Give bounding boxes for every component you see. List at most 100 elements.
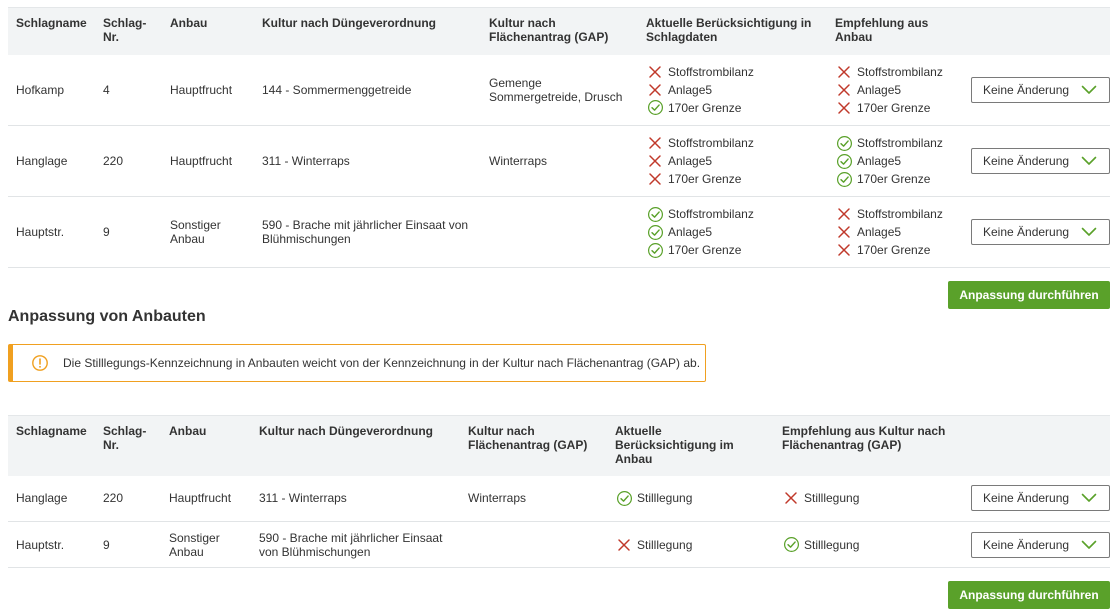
status-label: Stilllegung: [637, 491, 693, 506]
x-icon: [646, 152, 664, 170]
col-header-aktuell: Aktuelle Berücksichtigung im Anbau: [607, 415, 774, 476]
status-item: Anlage5: [835, 223, 953, 241]
status-label: Anlage5: [668, 82, 713, 97]
status-item: Stoffstrombilanz: [646, 134, 827, 152]
cell-duev: 590 - Brache mit jährlicher Einsaat von …: [254, 196, 481, 268]
cell-gap: [460, 521, 607, 568]
status-item: 170er Grenze: [646, 241, 827, 259]
change-select[interactable]: Keine Änderung: [971, 485, 1110, 512]
change-select[interactable]: Keine Änderung: [971, 531, 1110, 558]
col-header-schlag-nr: Schlag- Nr.: [95, 415, 161, 476]
check-circle-icon: [646, 99, 664, 117]
cell-empfehlung: Stoffstrombilanz Anlage5 170er Grenze: [827, 54, 953, 126]
cell-aktuell: Stilllegung: [607, 521, 774, 568]
change-select-value: Keine Änderung: [983, 154, 1070, 168]
x-icon: [646, 81, 664, 99]
warning-text: Die Stilllegungs-Kennzeichnung in Anbaut…: [63, 356, 701, 370]
status-label: Anlage5: [857, 82, 902, 97]
cell-duev: 311 - Winterraps: [254, 125, 481, 197]
status-label: Anlage5: [857, 225, 902, 239]
status-label: Stoffstrombilanz: [668, 64, 754, 79]
x-icon: [646, 63, 664, 81]
apply-button-anbauten[interactable]: Anpassung durchführen: [948, 581, 1110, 609]
check-circle-icon: [782, 536, 800, 554]
apply-button-schlagdaten[interactable]: Anpassung durchführen: [948, 281, 1110, 309]
cell-aktuell: Stoffstrombilanz Anlage5 170er Grenze: [638, 125, 827, 197]
status-label: Anlage5: [668, 225, 713, 239]
status-label: Anlage5: [668, 154, 713, 168]
cell-action: Keine Änderung: [953, 196, 1110, 268]
status-item: Stoffstrombilanz: [835, 205, 953, 223]
warning-banner: Die Stilllegungs-Kennzeichnung in Anbaut…: [8, 344, 706, 382]
x-icon: [835, 63, 853, 81]
cell-action: Keine Änderung: [953, 125, 1110, 197]
cell-empfehlung: Stilllegung: [774, 475, 965, 522]
status-label: Stoffstrombilanz: [668, 136, 754, 150]
status-label: Stilllegung: [804, 537, 860, 552]
x-icon: [835, 223, 853, 241]
status-label: 170er Grenze: [668, 243, 742, 257]
status-label: 170er Grenze: [857, 172, 931, 186]
change-select-value: Keine Änderung: [983, 537, 1070, 552]
x-icon: [646, 134, 664, 152]
cell-aktuell: Stoffstrombilanz Anlage5 170er Grenze: [638, 196, 827, 268]
status-item: Stilllegung: [782, 489, 965, 507]
anbauten-table: Schlagname Schlag- Nr. Anbau Kultur nach…: [8, 415, 1110, 568]
col-header-empfehlung: Empfehlung aus Kultur nach Flächenantrag…: [774, 415, 965, 476]
table-row: Hanglage 220 Hauptfrucht 311 - Winterraps Wi…: [8, 125, 1110, 197]
status-item: Anlage5: [646, 81, 827, 99]
schlagdaten-table: Schlagname Schlag- Nr. Anbau Kultur nach…: [8, 7, 1110, 268]
col-header-anbau: Anbau: [161, 415, 251, 476]
cell-schlag-nr: 220: [95, 475, 161, 522]
check-circle-icon: [835, 134, 853, 152]
chevron-down-icon: [1081, 227, 1097, 237]
check-circle-icon: [646, 241, 664, 259]
change-select[interactable]: Keine Änderung: [971, 148, 1110, 174]
col-header-schlag-nr: Schlag- Nr.: [95, 7, 162, 55]
check-circle-icon: [646, 205, 664, 223]
status-item: Anlage5: [835, 81, 953, 99]
cell-gap: [481, 196, 638, 268]
status-label: Stilllegung: [637, 537, 693, 552]
cell-schlag-nr: 9: [95, 521, 161, 568]
status-item: 170er Grenze: [835, 170, 953, 188]
status-item: Stilllegung: [615, 489, 774, 507]
cell-schlagname: Hauptstr.: [8, 196, 95, 268]
status-label: Stoffstrombilanz: [857, 64, 943, 79]
cell-empfehlung: Stoffstrombilanz Anlage5 170er Grenze: [827, 196, 953, 268]
col-header-duev: Kultur nach Düngeverordnung: [254, 7, 481, 55]
status-item: Anlage5: [835, 152, 953, 170]
table-row: Hauptstr. 9 Sonstiger Anbau 590 - Brache mi…: [8, 196, 1110, 268]
change-select[interactable]: Keine Änderung: [971, 76, 1110, 103]
x-icon: [615, 536, 633, 554]
status-item: 170er Grenze: [646, 99, 827, 117]
cell-gap: Winterraps: [460, 475, 607, 522]
col-header-schlagname: Schlagname: [8, 7, 95, 55]
chevron-down-icon: [1081, 540, 1097, 550]
status-item: Stilllegung: [615, 536, 774, 554]
cell-aktuell: Stilllegung: [607, 475, 774, 522]
status-label: 170er Grenze: [668, 100, 742, 115]
status-item: Stoffstrombilanz: [646, 205, 827, 223]
cell-schlagname: Hauptstr.: [8, 521, 95, 568]
change-select[interactable]: Keine Änderung: [971, 219, 1110, 245]
cell-aktuell: Stoffstrombilanz Anlage5 170er Grenze: [638, 54, 827, 126]
status-label: Stoffstrombilanz: [668, 207, 754, 221]
cell-anbau: Sonstiger Anbau: [161, 521, 251, 568]
x-icon: [646, 170, 664, 188]
cell-anbau: Hauptfrucht: [162, 54, 254, 126]
col-header-aktuell: Aktuelle Berücksichtigung in Schlagdaten: [638, 7, 827, 55]
table-row: Hofkamp 4 Hauptfrucht 144 - Sommermenggetre…: [8, 54, 1110, 126]
status-label: 170er Grenze: [668, 172, 742, 186]
col-header-gap: Kultur nach Flächenantrag (GAP): [481, 7, 638, 55]
cell-gap: Winterraps: [481, 125, 638, 197]
cell-schlagname: Hofkamp: [8, 54, 95, 126]
chevron-down-icon: [1081, 85, 1097, 95]
check-circle-icon: [615, 489, 633, 507]
col-header-gap: Kultur nach Flächenantrag (GAP): [460, 415, 607, 476]
cell-anbau: Sonstiger Anbau: [162, 196, 254, 268]
status-label: Anlage5: [857, 154, 902, 168]
table-header-row: Schlagname Schlag- Nr. Anbau Kultur nach…: [8, 7, 1110, 55]
status-item: 170er Grenze: [646, 170, 827, 188]
cell-action: Keine Änderung: [953, 54, 1110, 126]
